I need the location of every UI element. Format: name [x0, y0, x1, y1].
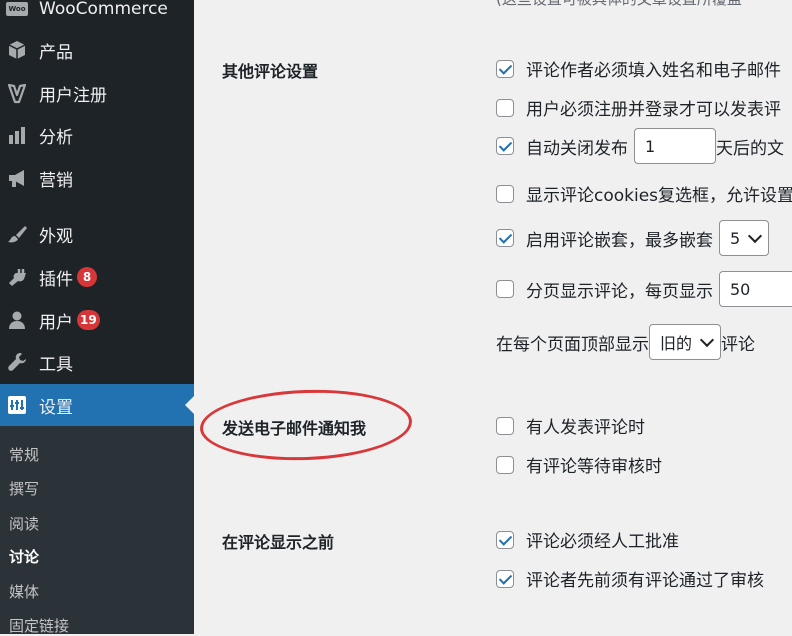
megaphone-icon: [5, 166, 29, 190]
menu-item-tools[interactable]: 工具: [0, 342, 194, 382]
menu-label: 用户注册: [39, 85, 107, 106]
option-require-registration: 用户必须注册并登录才可以发表评: [496, 95, 781, 120]
checkbox-show-cookies-optin[interactable]: [496, 184, 514, 203]
menu-item-woocommerce[interactable]: Woo WooCommerce: [0, 0, 194, 29]
option-cookies-checkbox: 显示评论cookies复选框，允许设置: [496, 181, 792, 206]
option-default-comments-page: 在每个页面顶部显示 旧的 评论: [496, 324, 755, 360]
checkbox-threaded-comments[interactable]: [496, 229, 514, 247]
submenu-item-reading[interactable]: 阅读: [9, 513, 39, 534]
option-label: 启用评论嵌套，最多嵌套: [526, 230, 713, 251]
current-indicator-arrow: [185, 396, 194, 414]
section-title-other-comment-settings: 其他评论设置: [222, 62, 319, 81]
update-count-badge: 19: [77, 310, 100, 330]
menu-label: 产品: [39, 42, 73, 63]
checkbox-notify-comment-posted[interactable]: [496, 416, 514, 435]
section-title-email-me: 发送电子邮件通知我: [222, 419, 367, 438]
submenu-item-permalinks[interactable]: 固定链接: [9, 615, 69, 636]
option-label: 评论必须经人工批准: [526, 532, 679, 552]
select-value: 旧的: [660, 334, 693, 353]
menu-label: WooCommerce: [39, 0, 168, 19]
option-label: 显示评论cookies复选框，允许设置: [526, 186, 792, 206]
option-label: 有评论等待审核时: [526, 457, 662, 477]
update-count-badge: 8: [77, 267, 97, 287]
menu-item-appearance[interactable]: 外观: [0, 214, 194, 254]
option-label-suffix: 评论: [721, 334, 756, 355]
menu-item-settings[interactable]: 设置: [0, 384, 194, 426]
submenu-item-media[interactable]: 媒体: [9, 581, 39, 602]
menu-item-products[interactable]: 产品: [0, 30, 194, 70]
checkbox-previously-approved[interactable]: [496, 569, 514, 588]
option-auto-close: 自动关闭发布 天后的文: [496, 128, 784, 164]
settings-icon: [5, 393, 29, 417]
close-days-input[interactable]: [634, 128, 716, 164]
paintbrush-icon: [5, 222, 29, 246]
option-label: 评论作者必须填入姓名和电子邮件: [526, 61, 781, 81]
menu-item-analytics[interactable]: 分析: [0, 115, 194, 155]
thread-depth-select[interactable]: 5: [719, 220, 770, 256]
option-previously-approved: 评论者先前须有评论通过了审核: [496, 566, 764, 591]
submenu-item-writing[interactable]: 撰写: [9, 478, 39, 499]
menu-label: 设置: [39, 397, 73, 418]
checkbox-paginate-comments[interactable]: [496, 280, 514, 298]
comments-per-page-input[interactable]: [719, 271, 792, 307]
menu-item-plugins[interactable]: 插件 8: [0, 257, 194, 297]
select-value: 5: [730, 228, 741, 248]
option-notify-comment-posted: 有人发表评论时: [496, 413, 645, 438]
checkbox-manual-approval[interactable]: [496, 530, 514, 549]
chevron-down-icon: [699, 332, 715, 348]
menu-item-users[interactable]: 用户 19: [0, 300, 194, 340]
section-title-before-comment-appears: 在评论显示之前: [222, 533, 335, 552]
menu-label: 工具: [39, 354, 73, 375]
submenu-item-general[interactable]: 常规: [9, 444, 39, 465]
option-notify-moderation: 有评论等待审核时: [496, 452, 662, 477]
settings-content: (这些设置可被具体的文章设置所覆盖 其他评论设置 评论作者必须填入姓名和电子邮件…: [194, 0, 792, 634]
section-description: (这些设置可被具体的文章设置所覆盖: [496, 0, 742, 9]
plug-icon: [5, 265, 29, 289]
woocommerce-icon: Woo: [5, 0, 29, 21]
option-threaded-comments: 启用评论嵌套，最多嵌套 5: [496, 220, 770, 256]
checkbox-auto-close[interactable]: [496, 137, 514, 155]
menu-item-marketing[interactable]: 营销: [0, 158, 194, 198]
settings-submenu: 常规 撰写 阅读 讨论 媒体 固定链接: [0, 426, 194, 636]
option-label: 自动关闭发布: [526, 138, 628, 159]
menu-label: 分析: [39, 127, 73, 148]
menu-label: 外观: [39, 226, 73, 247]
menu-label: 插件: [39, 269, 73, 290]
option-label: 用户必须注册并登录才可以发表评: [526, 100, 781, 120]
user-icon: [5, 308, 29, 332]
submenu-item-discussion[interactable]: 讨论: [9, 546, 39, 567]
menu-label: 营销: [39, 170, 73, 191]
option-label: 在每个页面顶部显示: [496, 334, 649, 355]
chevron-down-icon: [748, 228, 763, 244]
option-label-suffix: 天后的文: [716, 138, 784, 159]
option-require-name-email: 评论作者必须填入姓名和电子邮件: [496, 56, 781, 81]
option-label: 分页显示评论，每页显示: [526, 281, 713, 302]
menu-label: 用户: [39, 312, 73, 333]
bar-chart-icon: [5, 123, 29, 147]
option-label: 评论者先前须有评论通过了审核: [526, 571, 764, 591]
checkbox-require-name-email[interactable]: [496, 59, 514, 78]
menu-item-user-registration[interactable]: 用户注册: [0, 73, 194, 113]
default-comments-page-select[interactable]: 旧的: [649, 324, 722, 360]
option-label: 有人发表评论时: [526, 418, 645, 438]
checkbox-notify-moderation[interactable]: [496, 455, 514, 474]
option-manual-approval: 评论必须经人工批准: [496, 527, 679, 552]
option-paginate-comments: 分页显示评论，每页显示: [496, 271, 792, 307]
wrench-icon: [5, 350, 29, 374]
checkbox-require-registration[interactable]: [496, 98, 514, 117]
admin-sidebar: Woo WooCommerce 产品 用户注册 分析 营销 外观 插件 8 用户…: [0, 0, 194, 636]
cube-icon: [5, 38, 29, 62]
user-registration-icon: [5, 81, 29, 105]
